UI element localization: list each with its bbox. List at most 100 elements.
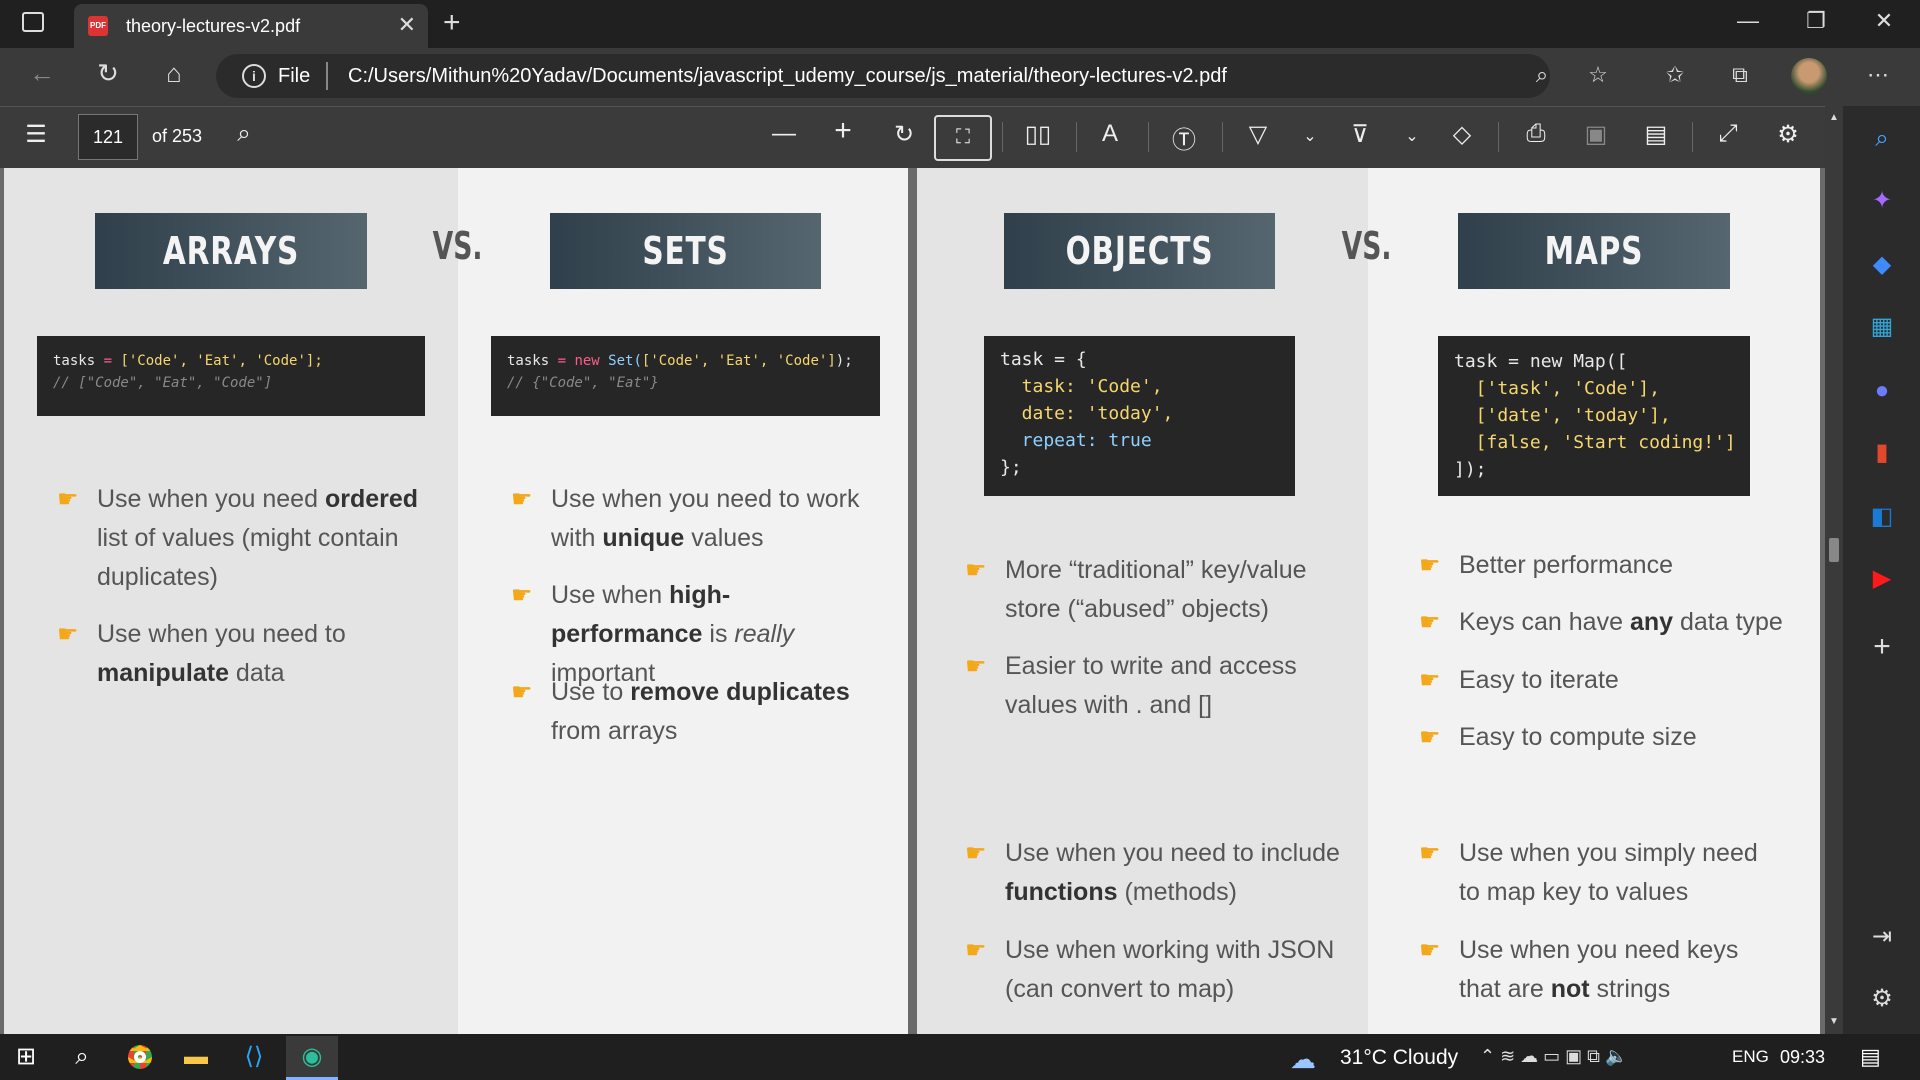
code-new: new [574,353,609,369]
zoom-out-icon[interactable]: — [764,120,804,148]
search-icon[interactable]: ⌕ [1865,122,1899,156]
url-text[interactable]: C:/Users/Mithun%20Yadav/Documents/javasc… [348,65,1227,88]
bullet-text: Use when you need to include [1005,839,1340,867]
toolbar-divider [1498,122,1499,152]
arrays-bullet-manipulate: ☛ Use when you need to manipulate data [57,615,427,693]
toolbar-divider [1148,122,1149,152]
save-icon[interactable]: ▣ [1576,120,1616,149]
code-line: repeat: true [1000,430,1152,451]
toolbar-divider [1222,122,1223,152]
chevron-down-icon[interactable]: ⌄ [1392,126,1432,146]
page-shade [4,168,458,1034]
objects-header: OBJECTS [1065,229,1214,273]
eraser-icon[interactable]: ◇ [1442,120,1482,149]
arrays-header: ARRAYS [162,229,300,273]
pointing-hand-icon: ☛ [1419,667,1441,694]
clock[interactable]: 09:33 [1780,1047,1825,1068]
collections-icon[interactable]: ⧉ [1720,62,1760,88]
new-tab-icon[interactable]: + [443,6,461,40]
back-icon[interactable]: ← [22,58,62,89]
code-comment: // {"Code", "Eat"} [507,375,659,391]
address-prefix: File [278,65,311,87]
objects-code-block: task = { task: 'Code', date: 'today', re… [984,336,1295,496]
settings-icon[interactable]: ⚙ [1865,982,1899,1016]
text-box-icon[interactable]: Ⓣ [1164,120,1204,155]
windows-start-icon[interactable]: ⊞ [8,1040,44,1074]
vs-label: VS. [432,224,483,268]
rotate-icon[interactable]: ↻ [884,120,924,149]
bullet-bold: unique [602,524,685,552]
tools-icon[interactable]: ▦ [1865,310,1899,344]
fit-page-button[interactable]: ⛶ [934,115,992,161]
highlight-icon[interactable]: ⊽ [1340,120,1380,149]
code-line: [false, 'Start coding!'] [1454,432,1736,453]
bullet-text: Keys can have [1459,608,1630,636]
contents-icon[interactable]: ☰ [16,120,56,149]
bullet-text: Easier to write and access values with .… [1005,652,1297,719]
more-icon[interactable]: ⋯ [1858,62,1898,88]
add-icon[interactable]: + [1865,630,1899,664]
bullet-bold: not [1550,975,1590,1003]
file-explorer-icon[interactable]: ▬ [178,1040,214,1074]
avatar[interactable] [1791,58,1827,94]
print-icon[interactable]: ⎙ [1516,120,1556,148]
weather-text[interactable]: 31°C Cloudy [1340,1046,1458,1070]
bullet-text: Better performance [1459,551,1673,579]
home-icon[interactable]: ⌂ [154,58,194,89]
objects-bullet-easier: ☛ Easier to write and access values with … [965,647,1345,725]
minimize-icon[interactable]: — [1718,8,1778,34]
search-icon[interactable]: ⌕ [64,1040,100,1074]
pdf-page-right: OBJECTS VS. MAPS task = { task: 'Code', … [917,168,1820,1034]
page-view-icon[interactable]: ▯▯ [1018,120,1058,149]
workspaces-icon[interactable] [22,12,44,32]
vscode-icon[interactable]: ⟨⟩ [236,1040,272,1074]
code-comment: // ["Code", "Eat", "Code"] [53,375,273,391]
office-icon[interactable]: ▮ [1865,436,1899,470]
scrollbar-thumb[interactable] [1829,538,1839,562]
system-tray-icons[interactable]: ⌃ ≋ ☁ ▭ ▣ ⧉ 🔈 [1480,1046,1627,1067]
add-favorite-icon[interactable]: ☆ [1578,62,1618,88]
fullscreen-icon[interactable]: ⤢ [1708,120,1748,148]
read-aloud-icon[interactable]: A [1090,120,1130,148]
language-indicator[interactable]: ENG [1732,1047,1769,1067]
search-icon[interactable]: ⌕ [224,120,264,148]
bullet-text: More “traditional” key/value store (“abu… [1005,556,1307,623]
browser-tab[interactable]: PDF theory-lectures-v2.pdf ✕ [74,4,428,48]
chrome-icon[interactable] [122,1040,158,1074]
bullet-text: Use when you simply need to map key to v… [1459,839,1758,906]
refresh-icon[interactable]: ↻ [88,58,128,89]
close-tab-icon[interactable]: ✕ [398,12,416,38]
scrollbar[interactable] [1825,106,1843,1034]
address-bar[interactable]: i File C:/Users/Mithun%20Yadav/Documents… [216,54,1550,98]
save-as-icon[interactable]: ▤ [1636,120,1676,149]
settings-icon[interactable]: ⚙ [1768,120,1808,149]
toolbar-divider [1076,122,1077,152]
scroll-down-icon[interactable]: ▼ [1829,1016,1839,1027]
maps-bullet-keys: ☛ Keys can have any data type [1419,603,1799,642]
copilot-icon[interactable]: ✦ [1865,184,1899,218]
pointing-hand-icon: ☛ [57,621,79,648]
edge-icon[interactable]: ◉ [294,1040,330,1074]
info-icon[interactable]: i [242,64,266,88]
favorites-icon[interactable]: ✩ [1655,62,1695,88]
notifications-icon[interactable]: ▤ [1860,1044,1881,1070]
zoom-in-icon[interactable]: + [823,114,863,148]
draw-icon[interactable]: ▽ [1238,120,1278,149]
hide-sidebar-icon[interactable]: ⇥ [1865,920,1899,954]
chevron-down-icon[interactable]: ⌄ [1290,126,1330,146]
pointing-hand-icon: ☛ [1419,609,1441,636]
shopping-icon[interactable]: ◆ [1865,248,1899,282]
bullet-text: is [702,620,735,648]
zoom-out-icon[interactable]: ⌕ [1522,62,1562,88]
page-number-input[interactable]: 121 [78,114,138,160]
bullet-text: Easy to compute size [1459,723,1697,751]
games-icon[interactable]: ● [1865,374,1899,408]
close-window-icon[interactable]: ✕ [1854,8,1914,34]
bullet-text: (methods) [1117,878,1237,906]
restore-icon[interactable]: ❐ [1786,8,1846,34]
pointing-hand-icon: ☛ [1419,724,1441,751]
outlook-icon[interactable]: ◧ [1865,500,1899,534]
scroll-up-icon[interactable]: ▲ [1829,112,1839,123]
youtube-icon[interactable]: ▶ [1865,562,1899,596]
sets-header: SETS [642,229,729,273]
